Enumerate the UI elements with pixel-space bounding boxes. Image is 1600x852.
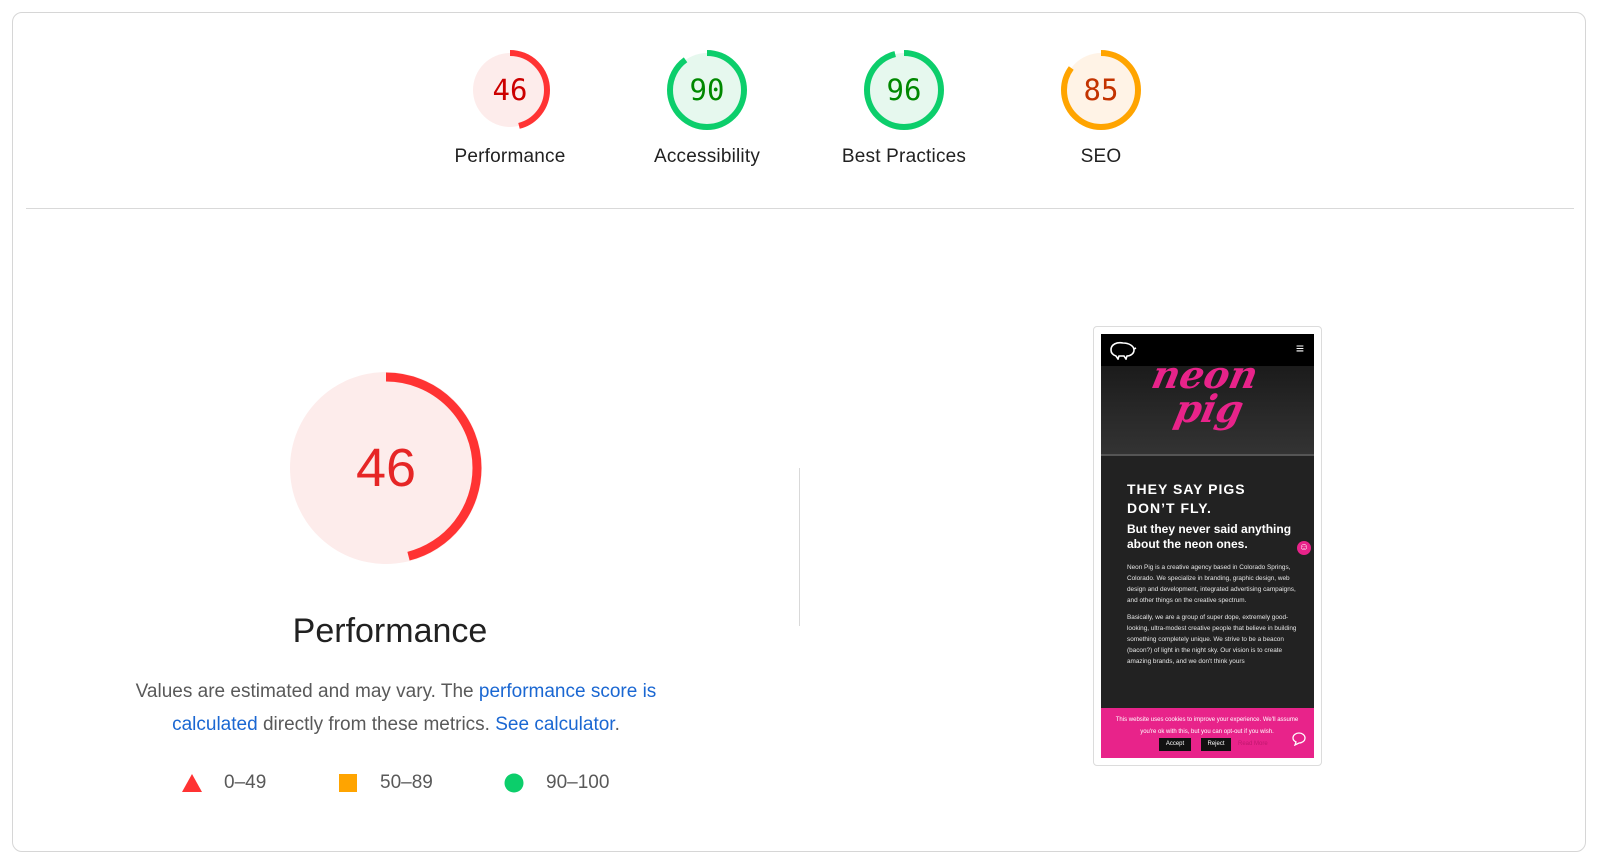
gauge-label: SEO bbox=[1080, 146, 1122, 167]
desc-suffix: . bbox=[614, 714, 620, 735]
intro-paragraph-2: Basically, we are a group of super dope,… bbox=[1127, 614, 1297, 665]
chat-bubble-icon bbox=[1292, 732, 1306, 746]
cookie-accept-button: Accept bbox=[1159, 738, 1191, 751]
desc-middle: directly from these metrics. bbox=[257, 714, 496, 735]
legend-fail: 0–49 bbox=[182, 772, 266, 794]
vertical-divider bbox=[799, 468, 800, 626]
circle-icon bbox=[504, 773, 524, 793]
gauge-best-practices[interactable]: 96 Best Practices bbox=[814, 48, 994, 168]
legend-pass: 90–100 bbox=[504, 772, 609, 794]
legend-label: 50–89 bbox=[380, 772, 433, 793]
gauge-best-practices-ring: 96 bbox=[864, 50, 944, 130]
legend-label: 0–49 bbox=[224, 772, 267, 793]
triangle-icon bbox=[182, 774, 202, 792]
hero-word-2: pig bbox=[1170, 386, 1248, 431]
intro-section: THEY SAY PIGS DON’T FLY. But they never … bbox=[1127, 480, 1297, 667]
gauge-score: 90 bbox=[690, 73, 725, 107]
pig-logo-icon bbox=[1110, 341, 1137, 360]
see-calculator-link[interactable]: See calculator bbox=[495, 714, 614, 735]
gauge-seo[interactable]: 85 SEO bbox=[1011, 48, 1191, 168]
performance-title: Performance bbox=[292, 612, 488, 650]
cookie-text: This website uses cookies to improve you… bbox=[1115, 717, 1299, 735]
square-icon bbox=[339, 774, 357, 792]
mobile-page-preview: ≡ neon pig THEY SAY PIGS DON’T FLY. But t… bbox=[1101, 334, 1314, 758]
gauge-performance-ring: 46 bbox=[470, 50, 550, 130]
cookie-reject-button: Reject bbox=[1201, 738, 1231, 751]
cookie-read-more-link: Read More bbox=[1238, 741, 1268, 747]
gauge-score: 85 bbox=[1084, 73, 1119, 107]
hamburger-menu-icon: ≡ bbox=[1295, 340, 1304, 356]
gauge-performance[interactable]: 46 Performance bbox=[420, 48, 600, 168]
legend-label: 90–100 bbox=[546, 772, 610, 793]
gauge-seo-ring: 85 bbox=[1061, 50, 1141, 130]
cookie-banner: This website uses cookies to improve you… bbox=[1101, 708, 1314, 758]
intro-headline: THEY SAY PIGS DON’T FLY. bbox=[1127, 481, 1246, 516]
gauge-label: Accessibility bbox=[653, 146, 761, 167]
gauge-score: 46 bbox=[493, 73, 528, 107]
gauge-accessibility[interactable]: 90 Accessibility bbox=[617, 48, 797, 168]
neon-pig-logo-text: neon pig bbox=[1142, 352, 1262, 431]
score-gauges: 46 Performance 90 Accessibility 96 Best … bbox=[0, 48, 1600, 188]
gauge-score: 96 bbox=[887, 73, 922, 107]
section-divider bbox=[26, 208, 1574, 209]
gauge-score: 46 bbox=[356, 438, 416, 498]
gauge-label: Best Practices bbox=[841, 146, 967, 167]
desc-prefix: Values are estimated and may vary. The bbox=[135, 681, 479, 702]
score-legend: 0–49 50–89 90–100 bbox=[0, 772, 800, 802]
performance-gauge-large: 46 bbox=[288, 370, 488, 570]
gauge-accessibility-ring: 90 bbox=[667, 50, 747, 130]
intro-paragraph-1: Neon Pig is a creative agency based in C… bbox=[1127, 564, 1296, 604]
gauge-label: Performance bbox=[454, 146, 566, 167]
accessibility-widget-icon: ☺ bbox=[1297, 541, 1311, 555]
performance-gauge-ring: 46 bbox=[290, 372, 482, 564]
intro-subhead: But they never said anything about the n… bbox=[1127, 522, 1292, 551]
hero-banner: neon pig bbox=[1101, 352, 1314, 456]
performance-description: Values are estimated and may vary. The p… bbox=[96, 675, 696, 741]
legend-average: 50–89 bbox=[338, 772, 433, 794]
final-screenshot-thumbnail[interactable]: ≡ neon pig THEY SAY PIGS DON’T FLY. But t… bbox=[1093, 326, 1322, 766]
